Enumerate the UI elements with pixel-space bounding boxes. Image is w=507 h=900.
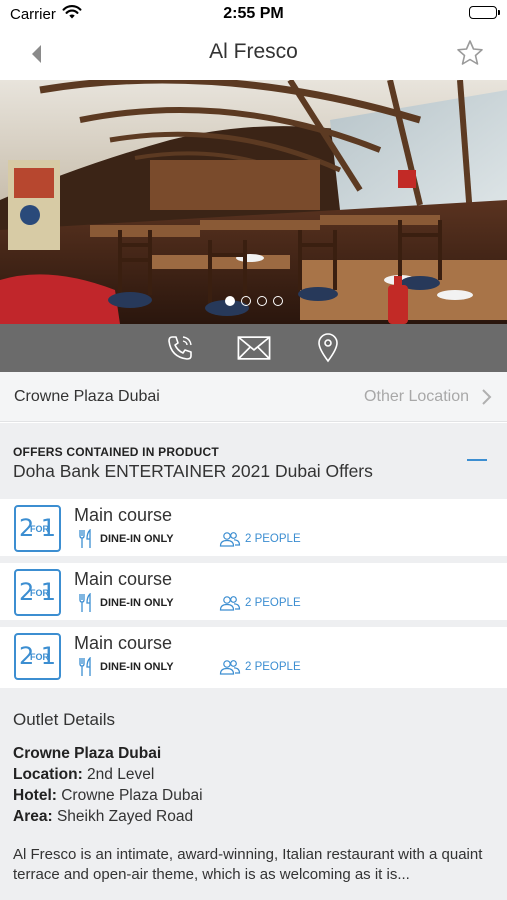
offer-card[interactable]: 2 FOR 1 Main course DINE-IN ONLY 2 PEOPL… xyxy=(0,627,507,688)
offer-title: Main course xyxy=(74,505,173,525)
dine-in-tag: DINE-IN ONLY xyxy=(78,657,174,677)
location-row[interactable]: Crowne Plaza Dubai Other Location xyxy=(0,372,507,422)
people-label: 2 PEOPLE xyxy=(245,597,301,609)
dine-in-tag: DINE-IN ONLY xyxy=(78,593,174,613)
hotel-label: Hotel: xyxy=(13,787,57,804)
call-button[interactable] xyxy=(163,333,197,363)
fork-knife-icon xyxy=(79,657,91,676)
area-value: Sheikh Zayed Road xyxy=(52,808,194,825)
offers-header[interactable]: OFFERS CONTAINED IN PRODUCT Doha Bank EN… xyxy=(0,423,507,499)
hotel-value: Crowne Plaza Dubai xyxy=(56,787,203,804)
divider xyxy=(0,620,507,627)
people-label: 2 PEOPLE xyxy=(245,661,301,673)
people-tag: 2 PEOPLE xyxy=(219,529,301,549)
chevron-right-icon xyxy=(481,388,493,406)
email-button[interactable] xyxy=(237,333,271,363)
restaurant-interior-photo xyxy=(0,80,507,324)
dine-in-label: DINE-IN ONLY xyxy=(100,597,174,609)
outlet-details-heading: Outlet Details xyxy=(13,710,116,729)
outlet-details: Outlet Details Crowne Plaza Dubai Locati… xyxy=(0,688,507,900)
offer-card[interactable]: 2 FOR 1 Main course DINE-IN ONLY 2 PEOPL… xyxy=(0,499,507,556)
fork-knife-icon xyxy=(79,593,91,612)
location-pin-icon xyxy=(317,333,338,363)
people-icon xyxy=(219,660,241,675)
page-title: Al Fresco xyxy=(209,40,298,63)
directions-button[interactable] xyxy=(311,333,345,363)
area-label: Area: xyxy=(13,808,53,825)
two-for-one-badge: 2 FOR 1 xyxy=(14,505,61,552)
location-value: 2nd Level xyxy=(82,766,155,783)
mail-icon xyxy=(237,336,270,360)
two-for-one-badge: 2 FOR 1 xyxy=(14,569,61,616)
badge-one: 1 xyxy=(40,578,56,606)
favorite-button[interactable] xyxy=(455,38,485,68)
collapse-minus-icon[interactable] xyxy=(467,459,487,461)
carousel-dot[interactable] xyxy=(224,296,235,306)
carousel-dot[interactable] xyxy=(240,296,251,306)
carousel-dot[interactable] xyxy=(272,296,283,306)
carousel-dots[interactable] xyxy=(0,296,507,306)
dine-in-tag: DINE-IN ONLY xyxy=(78,529,174,549)
fork-knife-icon xyxy=(79,529,91,548)
people-icon xyxy=(219,596,241,611)
offer-card[interactable]: 2 FOR 1 Main course DINE-IN ONLY 2 PEOPL… xyxy=(0,563,507,620)
people-icon xyxy=(219,532,241,547)
status-time: 2:55 PM xyxy=(223,5,284,22)
badge-one: 1 xyxy=(40,514,56,542)
restaurant-photo-carousel[interactable] xyxy=(0,80,507,324)
offers-caption: OFFERS CONTAINED IN PRODUCT xyxy=(13,445,219,459)
outlet-description[interactable]: Al Fresco is an intimate, award-winning,… xyxy=(13,845,498,885)
battery-icon xyxy=(469,6,500,19)
people-label: 2 PEOPLE xyxy=(245,533,301,545)
divider xyxy=(0,556,507,563)
badge-one: 1 xyxy=(40,642,56,670)
dine-in-label: DINE-IN ONLY xyxy=(100,661,174,673)
status-bar: Carrier 2:55 PM xyxy=(0,0,507,28)
offer-title: Main course xyxy=(74,569,173,589)
other-location-link[interactable]: Other Location xyxy=(364,388,469,406)
outlet-name: Crowne Plaza Dubai xyxy=(13,745,162,762)
two-for-one-badge: 2 FOR 1 xyxy=(14,633,61,680)
people-tag: 2 PEOPLE xyxy=(219,657,301,677)
offer-title: Main course xyxy=(74,633,173,653)
dine-in-label: DINE-IN ONLY xyxy=(100,533,174,545)
star-icon xyxy=(457,40,483,65)
outlet-location-name: Crowne Plaza Dubai xyxy=(14,388,160,405)
contact-action-bar xyxy=(0,324,507,372)
product-name: Doha Bank ENTERTAINER 2021 Dubai Offers xyxy=(13,461,373,481)
nav-bar: Al Fresco xyxy=(0,28,507,80)
people-tag: 2 PEOPLE xyxy=(219,593,301,613)
carousel-dot[interactable] xyxy=(256,296,267,306)
outlet-info: Crowne Plaza Dubai Location: 2nd Level H… xyxy=(13,743,203,827)
location-label: Location: xyxy=(13,766,83,783)
phone-icon xyxy=(167,336,192,360)
